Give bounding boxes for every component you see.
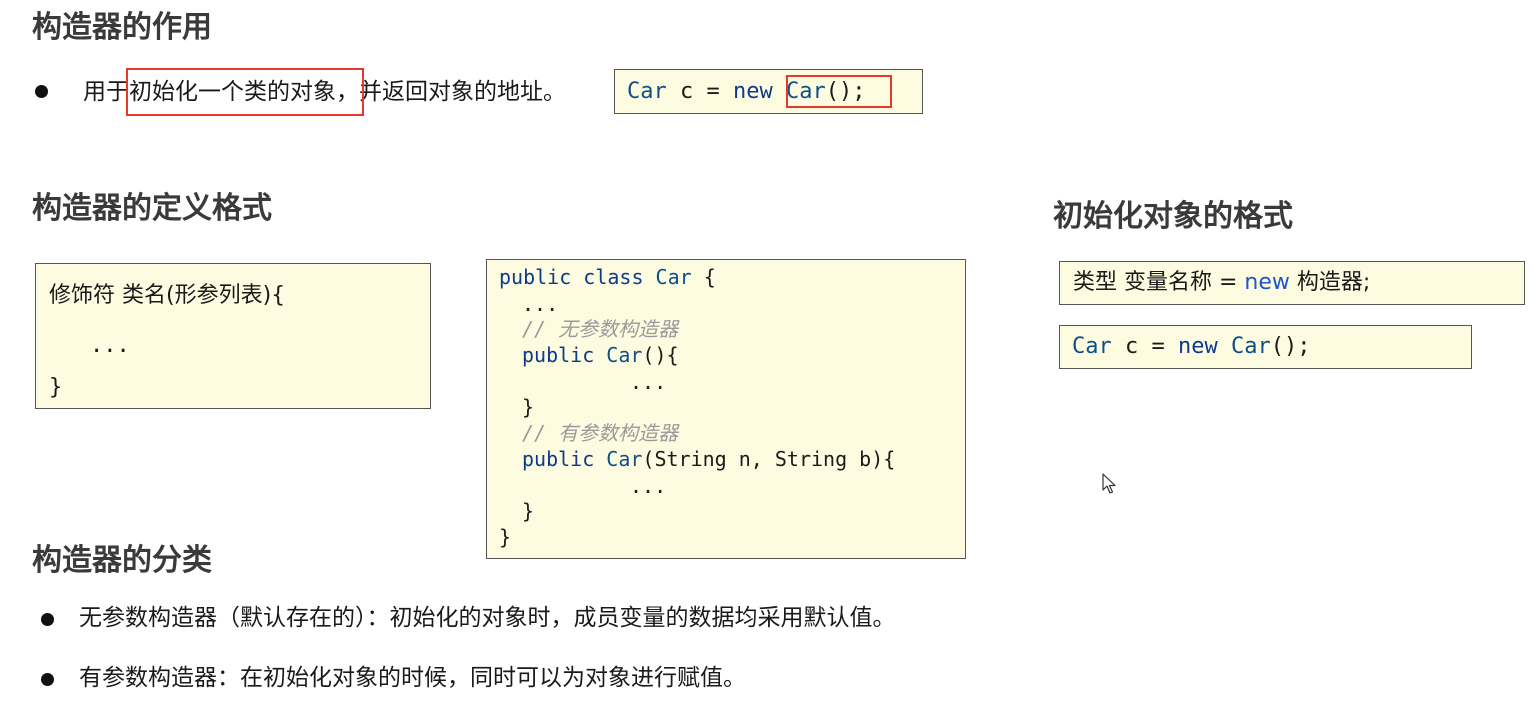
- code-line-11: }: [499, 525, 512, 549]
- code-line-8: public Car(String n, String b){: [522, 449, 895, 469]
- code-line-4-keyword: public: [522, 343, 595, 367]
- code-line-4-tail: (){: [642, 343, 679, 367]
- init-example-new-keyword: new: [1177, 334, 1218, 359]
- code-line-8-keyword: public: [522, 447, 595, 471]
- highlight-box-constructor-call: [786, 75, 892, 108]
- code-comment-with-arg: // 有参数构造器: [522, 421, 679, 445]
- highlight-box-init-object: [126, 68, 364, 116]
- init-format-line: 类型 变量名称 = new 构造器;: [1073, 272, 1370, 294]
- code-line-10: }: [522, 499, 535, 523]
- init-format-new-keyword: new: [1244, 270, 1290, 295]
- init-format-post: 构造器;: [1289, 270, 1371, 295]
- code-line-9: ...: [630, 474, 667, 498]
- code-line-5: ...: [630, 370, 667, 394]
- code-line-1-class: Car: [655, 265, 692, 289]
- init-example-tail: ();: [1270, 334, 1311, 359]
- code-line-1: public class Car {: [499, 267, 716, 287]
- purpose-prefix: 用于: [83, 79, 129, 105]
- heading-init-object-format: 初始化对象的格式: [1053, 199, 1293, 234]
- code-line-6: }: [522, 395, 535, 419]
- heading-constructor-definition: 构造器的定义格式: [32, 191, 272, 226]
- init-format-pre: 类型 变量名称 =: [1073, 270, 1245, 295]
- bullet-dot-icon: [35, 85, 48, 98]
- code-line-4-class: Car: [606, 343, 643, 367]
- code-line-8-class: Car: [606, 447, 643, 471]
- init-example-var: c =: [1111, 334, 1178, 359]
- format-line-1: 修饰符 类名(形参列表){: [49, 283, 286, 308]
- init-example-line: Car c = new Car();: [1072, 336, 1310, 358]
- code-line-1-tail: {: [691, 265, 716, 289]
- heading-constructor-purpose: 构造器的作用: [32, 10, 212, 45]
- format-line-2: ...: [90, 333, 130, 358]
- code-comment-no-arg: // 无参数构造器: [522, 317, 679, 341]
- bullet-dot-icon: [41, 673, 54, 686]
- init-example-type: Car: [1072, 334, 1112, 359]
- bullet-dot-icon: [41, 613, 54, 626]
- code-var: c =: [666, 79, 733, 104]
- init-example-ctor: Car: [1217, 334, 1271, 359]
- mouse-pointer-icon: [1102, 473, 1118, 495]
- type-bullet-with-arg: 有参数构造器：在初始化对象的时候，同时可以为对象进行赋值。: [79, 665, 746, 691]
- code-type-name: Car: [627, 79, 667, 104]
- code-line-2: ...: [522, 292, 559, 316]
- code-line-1-keyword: public class: [499, 265, 644, 289]
- format-line-3: }: [49, 375, 63, 400]
- heading-constructor-types: 构造器的分类: [32, 543, 212, 578]
- type-bullet-no-arg: 无参数构造器（默认存在的）：初始化的对象时，成员变量的数据均采用默认值。: [79, 605, 896, 631]
- code-line-8-tail: (String n, String b){: [642, 447, 896, 471]
- purpose-suffix: ，并返回对象的地址。: [336, 79, 566, 105]
- code-new-keyword: new: [732, 79, 773, 104]
- code-line-4: public Car(){: [522, 345, 679, 365]
